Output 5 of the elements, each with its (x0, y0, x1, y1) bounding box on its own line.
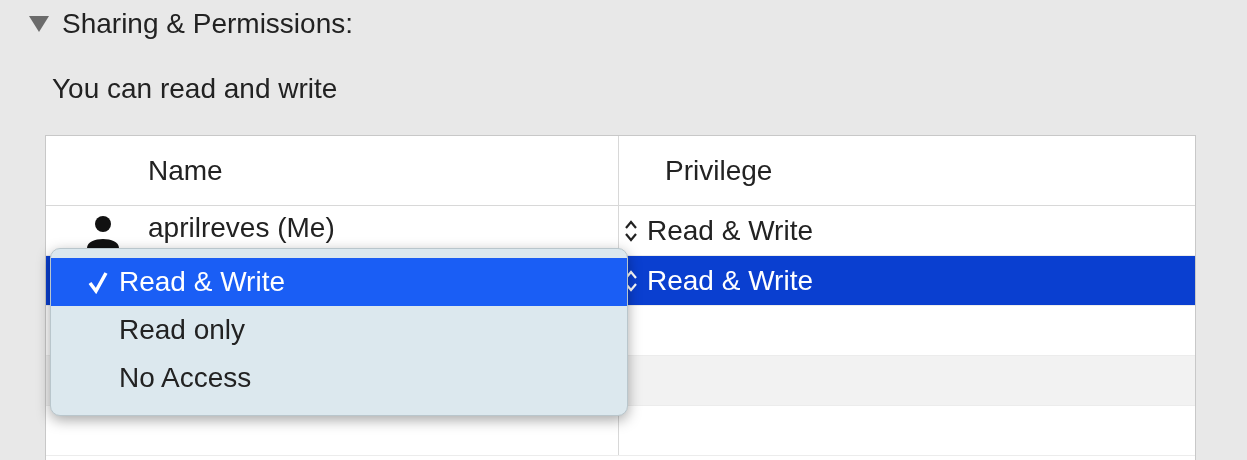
privilege-value: Read & Write (647, 263, 813, 298)
user-name: aprilreves (Me) (148, 212, 335, 243)
section-title: Sharing & Permissions: (62, 7, 353, 41)
privilege-value: Read & Write (647, 213, 813, 248)
permission-summary: You can read and write (52, 73, 338, 104)
